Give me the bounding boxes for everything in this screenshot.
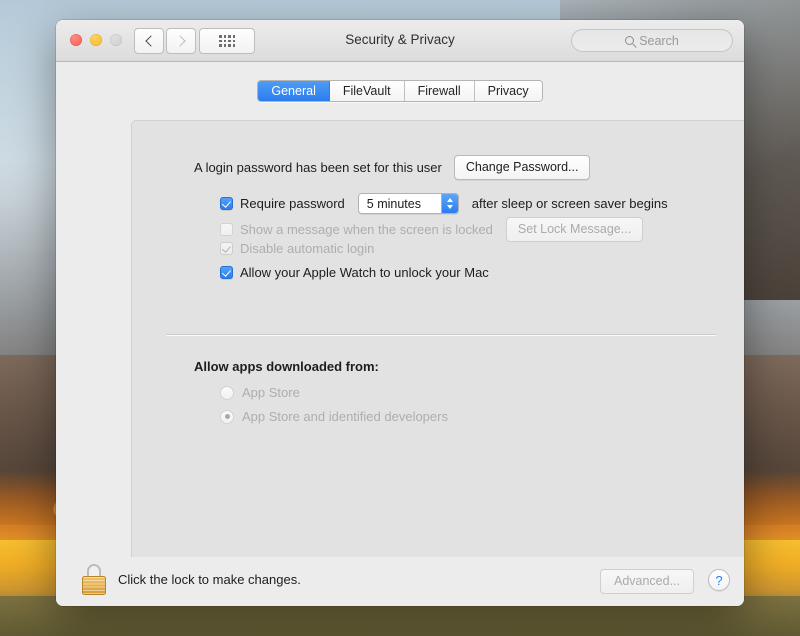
help-button[interactable]: ? (708, 569, 730, 591)
tab-privacy[interactable]: Privacy (474, 81, 542, 101)
checkmark-icon (222, 198, 231, 208)
lock-closed-icon[interactable] (81, 564, 107, 596)
app-store-radio-label: App Store (242, 385, 300, 400)
traffic-light-group (70, 34, 122, 46)
back-arrow-icon (144, 35, 157, 47)
disable-automatic-login-checkbox[interactable] (220, 242, 233, 255)
app-store-and-developers-radio-label: App Store and identified developers (242, 409, 448, 424)
search-field[interactable]: Search (571, 29, 733, 52)
show-all-button[interactable] (199, 28, 255, 54)
disable-automatic-login-label: Disable automatic login (240, 241, 375, 256)
login-password-status-text: A login password has been set for this u… (194, 160, 442, 175)
apple-watch-unlock-checkbox[interactable] (220, 266, 233, 279)
window-titlebar: Security & Privacy Search (56, 20, 744, 62)
forward-button (166, 28, 196, 54)
chevron-up-icon (446, 198, 453, 202)
close-window-button[interactable] (70, 34, 82, 46)
radio-selected-dot-icon (224, 414, 230, 419)
stepper-icon[interactable] (440, 194, 458, 213)
window-footer: Click the lock to make changes. Advanced… (56, 557, 744, 606)
grid-icon (219, 35, 235, 47)
checkmark-icon (222, 267, 231, 277)
search-icon (625, 36, 635, 45)
zoom-window-button (110, 34, 122, 46)
search-placeholder: Search (639, 33, 679, 48)
security-privacy-window: Security & Privacy Search General FileVa… (56, 20, 744, 606)
app-store-and-developers-radio[interactable] (220, 409, 234, 424)
login-password-row: A login password has been set for this u… (194, 155, 591, 180)
app-store-radio[interactable] (220, 385, 234, 400)
allow-apps-option-app-store-and-developers[interactable]: App Store and identified developers (220, 409, 448, 424)
advanced-button[interactable]: Advanced... (599, 569, 694, 594)
back-button[interactable] (134, 28, 164, 54)
tab-bar-area: General FileVault Firewall Privacy (56, 62, 744, 120)
require-password-row: Require password 5 minutes after sleep o… (220, 193, 668, 214)
section-divider (166, 334, 716, 335)
disable-automatic-login-row: Disable automatic login (220, 241, 374, 256)
tab-general[interactable]: General (258, 81, 330, 101)
require-password-delay-combobox[interactable]: 5 minutes (357, 193, 459, 214)
require-password-suffix-label: after sleep or screen saver begins (471, 196, 668, 211)
show-lock-message-row: Show a message when the screen is locked… (220, 217, 644, 242)
chevron-down-icon (446, 205, 453, 209)
forward-arrow-icon (173, 35, 186, 47)
set-lock-message-button[interactable]: Set Lock Message... (505, 217, 644, 242)
allow-apps-heading: Allow apps downloaded from: (194, 359, 379, 374)
allow-apps-option-app-store[interactable]: App Store (220, 385, 300, 400)
apple-watch-unlock-row: Allow your Apple Watch to unlock your Ma… (220, 265, 489, 280)
lock-hint-text: Click the lock to make changes. (118, 572, 301, 587)
minimize-window-button[interactable] (90, 34, 102, 46)
general-settings-panel: A login password has been set for this u… (131, 120, 744, 557)
apple-watch-unlock-label: Allow your Apple Watch to unlock your Ma… (240, 265, 489, 280)
show-lock-message-checkbox[interactable] (220, 223, 233, 236)
tab-bar: General FileVault Firewall Privacy (257, 80, 543, 102)
desktop-wallpaper: Security & Privacy Search General FileVa… (0, 0, 800, 636)
navigation-buttons (134, 28, 196, 54)
require-password-label: Require password (240, 196, 345, 211)
require-password-delay-value: 5 minutes (358, 194, 441, 213)
lock-body (82, 576, 106, 595)
require-password-checkbox[interactable] (220, 197, 233, 210)
tab-firewall[interactable]: Firewall (404, 81, 475, 101)
change-password-button[interactable]: Change Password... (453, 155, 591, 180)
checkmark-icon (222, 243, 231, 253)
tab-filevault[interactable]: FileVault (329, 81, 405, 101)
show-lock-message-label: Show a message when the screen is locked (240, 222, 493, 237)
